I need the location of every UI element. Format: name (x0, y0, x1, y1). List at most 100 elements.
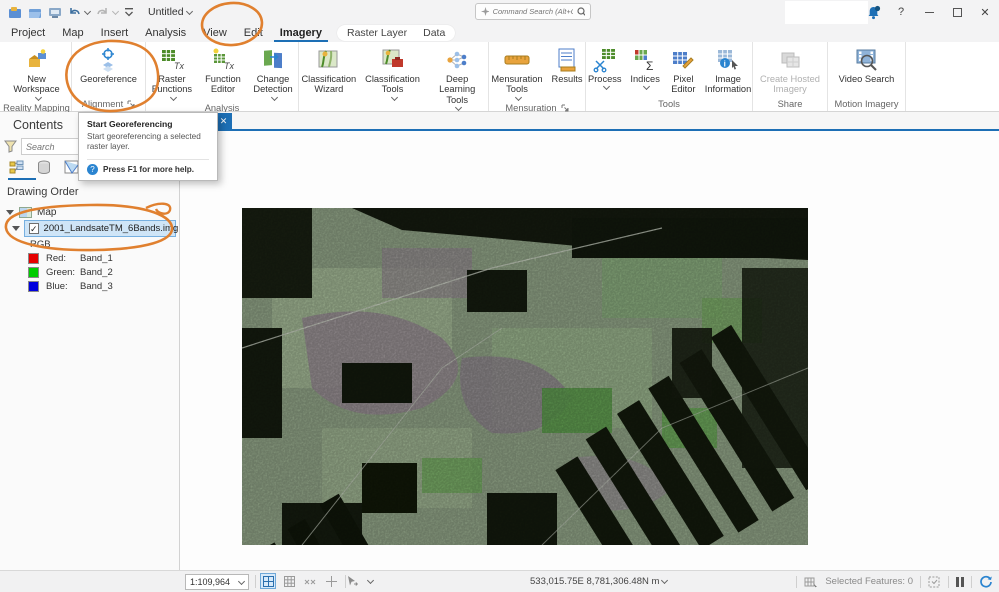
tab-view[interactable]: View (197, 27, 233, 42)
redo-dropdown-chevron-icon[interactable] (112, 7, 119, 14)
blue-channel-label: Blue: (46, 281, 80, 292)
raster-functions-button[interactable]: Tx Raster Functions (146, 45, 198, 103)
selected-features-count[interactable]: Selected Features: 0 (825, 576, 913, 587)
function-editor-label: Function Editor (204, 74, 242, 95)
undo-dropdown-chevron-icon[interactable] (84, 7, 91, 14)
tab-project[interactable]: Project (5, 27, 51, 42)
minimize-button[interactable] (915, 0, 943, 24)
tab-raster-layer[interactable]: Raster Layer (347, 27, 407, 39)
tab-map[interactable]: Map (56, 27, 89, 42)
selected-layer-highlight[interactable]: ✓ 2001_LandsateTM_6Bands.img (24, 220, 176, 237)
command-search[interactable] (475, 3, 591, 20)
create-hosted-imagery-button[interactable]: Create Hosted Imagery (753, 45, 827, 96)
undo-button[interactable] (68, 6, 90, 18)
alignment-dialog-launcher-icon[interactable] (127, 100, 135, 108)
coordinate-readout[interactable]: 533,015.75E 8,781,306.48N m (530, 576, 667, 587)
save-as-button[interactable] (48, 6, 62, 19)
blue-band-swatch[interactable] (28, 281, 39, 292)
red-band-swatch[interactable] (28, 253, 39, 264)
image-information-icon: i (715, 46, 741, 73)
customize-qat-button[interactable] (124, 7, 134, 17)
grid-button[interactable] (281, 573, 297, 589)
ribbon-group-share: Create Hosted Imagery Share (753, 42, 828, 111)
layer-tree-raster-item[interactable]: ✓ 2001_LandsateTM_6Bands.img (12, 220, 176, 237)
layer-tree-map-item[interactable]: Map (6, 207, 56, 218)
refresh-icon[interactable] (979, 575, 993, 589)
notifications-button[interactable] (859, 0, 887, 24)
layer-expand-triangle-icon[interactable] (12, 226, 20, 231)
results-button[interactable]: Results (549, 45, 585, 85)
function-editor-button[interactable]: Tx Function Editor (202, 45, 244, 96)
tooltip-body: Start georeferencing a selected raster l… (87, 132, 209, 153)
open-project-button[interactable] (28, 6, 42, 19)
svg-text:Tx: Tx (224, 61, 234, 71)
indices-button[interactable]: Σ Indices (628, 45, 663, 92)
sparkle-icon (481, 7, 489, 16)
change-detection-label: Change Detection (250, 74, 296, 95)
mensuration-dialog-launcher-icon[interactable] (561, 104, 569, 112)
new-workspace-button[interactable]: New Workspace (2, 45, 71, 103)
raster-functions-icon: Tx (159, 46, 185, 73)
results-icon (555, 46, 579, 73)
tooltip-help-text: Press F1 for more help. (103, 165, 194, 174)
deep-learning-tools-label: Deep Learning Tools (428, 74, 486, 105)
ribbon-group-image-classification: Classification Wizard Classification Too… (299, 42, 489, 111)
project-name-menu[interactable]: Untitled (148, 6, 192, 18)
statusbar-divider-4 (920, 576, 921, 588)
undo-icon (68, 6, 81, 18)
drawing-order-label: Drawing Order (7, 186, 79, 198)
restore-button[interactable] (943, 0, 971, 24)
new-workspace-icon (25, 46, 49, 73)
crosshair-button[interactable] (323, 573, 339, 589)
save-project-button[interactable] (8, 6, 22, 19)
pause-drawing-button[interactable] (956, 577, 964, 587)
classification-wizard-button[interactable]: Classification Wizard (299, 45, 359, 96)
statusbar-divider-5 (948, 576, 949, 588)
indices-icon: Σ (632, 46, 658, 73)
tab-edit[interactable]: Edit (238, 27, 269, 42)
ribbon-group-alignment: Georeference Alignment (72, 42, 146, 111)
red-channel-label: Red: (46, 253, 80, 264)
layout-grid-button[interactable] (260, 573, 276, 589)
help-button[interactable]: ? (887, 0, 915, 24)
process-button[interactable]: Process (586, 45, 624, 92)
georeference-button[interactable]: Georeference (78, 45, 139, 85)
map-scale-select[interactable]: 1:109,964 (185, 574, 249, 590)
tab-analysis[interactable]: Analysis (139, 27, 192, 42)
filter-icon[interactable] (4, 140, 17, 156)
nav-icons-chevron-icon[interactable] (367, 576, 374, 583)
map-expand-triangle-icon[interactable] (6, 210, 14, 215)
list-by-drawing-order-button[interactable] (8, 158, 26, 176)
classification-tools-button[interactable]: Classification Tools (363, 45, 423, 103)
change-detection-button[interactable]: Change Detection (248, 45, 298, 103)
landsat-image-graphic (242, 208, 808, 545)
group-label-share: Share (778, 99, 803, 109)
command-search-input[interactable] (493, 7, 573, 16)
map-view[interactable]: ✕ (180, 112, 999, 570)
snap-xy-button[interactable] (302, 573, 318, 589)
pixel-editor-button[interactable]: Pixel Editor (667, 45, 700, 96)
svg-text:Σ: Σ (646, 59, 653, 73)
mensuration-tools-button[interactable]: Mensuration Tools (489, 45, 545, 103)
results-label: Results (551, 74, 582, 84)
redo-button[interactable] (96, 6, 118, 18)
close-button[interactable]: ✕ (971, 0, 999, 24)
deep-learning-tools-button[interactable]: Deep Learning Tools (426, 45, 488, 113)
image-information-button[interactable]: i Image Information (704, 45, 752, 96)
layer-visibility-checkbox[interactable]: ✓ (29, 223, 39, 234)
selection-box-icon[interactable] (928, 576, 941, 588)
tab-imagery[interactable]: Imagery (274, 27, 328, 42)
tab-insert[interactable]: Insert (95, 27, 135, 42)
tab-data[interactable]: Data (423, 27, 445, 39)
mensuration-tools-label: Mensuration Tools (491, 74, 543, 95)
ribbon: New Workspace Reality Mapping Georeferen… (0, 42, 999, 112)
classification-tools-chevron-icon (390, 94, 397, 101)
video-search-button[interactable]: Video Search (837, 45, 897, 85)
ribbon-group-tools: Process Σ Indices Pixel Editor i (586, 42, 753, 111)
ribbon-group-motion-imagery: Video Search Motion Imagery (828, 42, 906, 111)
green-band-swatch[interactable] (28, 267, 39, 278)
list-by-data-source-button[interactable] (35, 158, 53, 176)
map-scale-value: 1:109,964 (190, 577, 230, 587)
video-search-label: Video Search (839, 74, 895, 84)
pointer-nav-button[interactable] (344, 573, 360, 589)
